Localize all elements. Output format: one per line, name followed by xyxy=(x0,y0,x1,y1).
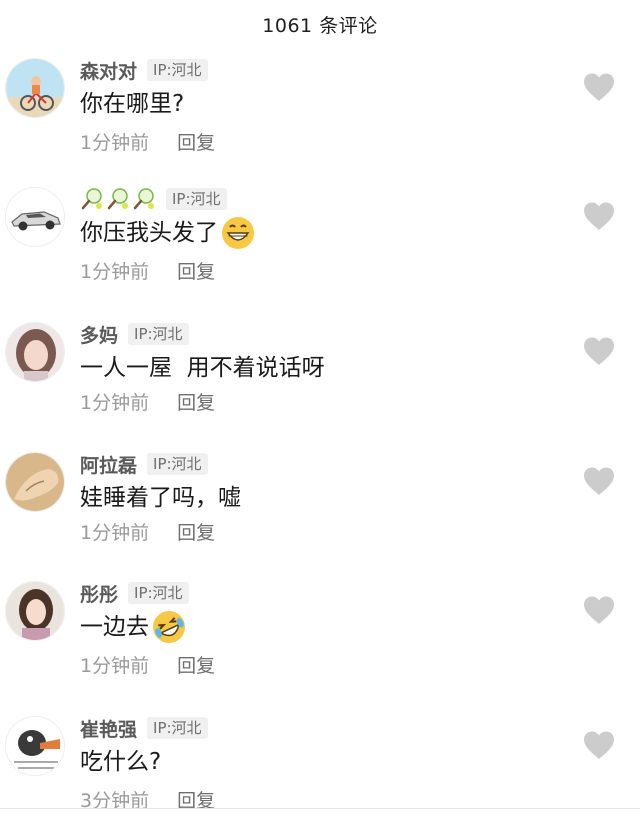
reply-button[interactable]: 回复 xyxy=(177,128,215,155)
comment-time: 1分钟前 xyxy=(80,655,150,677)
username[interactable]: 多妈 xyxy=(80,321,118,348)
comment-text: 一人一屋 用不着说话呀 xyxy=(80,350,325,386)
cartoon-duck-avatar-icon[interactable] xyxy=(5,716,65,776)
like-heart-icon[interactable] xyxy=(582,595,616,625)
comment-item: 彤彤 IP:河北 一边去 1分钟前 回复 xyxy=(0,579,640,699)
comment-text-body: 一人一屋 用不着说话呀 xyxy=(80,355,325,381)
comment-text: 吃什么? xyxy=(80,744,161,780)
comment-time: 1分钟前 xyxy=(80,522,150,544)
comment-item: 多妈 IP:河北 一人一屋 用不着说话呀 1分钟前 回复 xyxy=(0,320,640,440)
reply-button[interactable]: 回复 xyxy=(177,388,215,415)
comment-meta: 1分钟前 回复 xyxy=(80,388,215,415)
ip-location-badge: IP:河北 xyxy=(147,453,208,475)
comment-user-line: 多妈 IP:河北 xyxy=(80,320,189,348)
ip-location-badge: IP:河北 xyxy=(128,582,189,604)
reply-button[interactable]: 回复 xyxy=(177,651,215,678)
comment-meta: 1分钟前 回复 xyxy=(80,651,215,678)
hand-avatar-icon[interactable] xyxy=(5,452,65,512)
girl-portrait-avatar-icon[interactable] xyxy=(5,581,65,641)
like-heart-icon[interactable] xyxy=(582,201,616,231)
comment-user-line: IP:河北 xyxy=(80,185,227,213)
comment-item: 森对对 IP:河北 你在哪里? 1分钟前 回复 xyxy=(0,56,640,176)
comment-item: 阿拉磊 IP:河北 娃睡着了吗，嘘 1分钟前 回复 xyxy=(0,450,640,570)
woman-portrait-avatar-icon[interactable] xyxy=(5,322,65,382)
comment-text: 你压我头发了 xyxy=(80,215,256,251)
cyclist-avatar-icon[interactable] xyxy=(5,58,65,118)
ip-location-badge: IP:河北 xyxy=(128,323,189,345)
comment-item: IP:河北 你压我头发了 1分钟前 回复 xyxy=(0,185,640,305)
tennis-racket-icon xyxy=(107,188,128,210)
comment-text-body: 一边去 xyxy=(80,614,149,640)
like-heart-icon[interactable] xyxy=(582,72,616,102)
comment-text: 一边去 xyxy=(80,609,187,645)
comment-user-line: 崔艳强 IP:河北 xyxy=(80,714,208,742)
like-heart-icon[interactable] xyxy=(582,336,616,366)
bottom-divider xyxy=(0,808,640,809)
username[interactable]: 阿拉磊 xyxy=(80,451,137,478)
username[interactable]: 彤彤 xyxy=(80,580,118,607)
username-emoji-group[interactable] xyxy=(80,187,156,211)
comment-user-line: 彤彤 IP:河北 xyxy=(80,579,189,607)
like-heart-icon[interactable] xyxy=(582,730,616,760)
comment-text-body: 吃什么? xyxy=(80,749,162,775)
comment-time: 1分钟前 xyxy=(80,261,150,283)
comment-item: 崔艳强 IP:河北 吃什么? 3分钟前 回复 xyxy=(0,714,640,834)
comment-user-line: 森对对 IP:河北 xyxy=(80,56,208,84)
comment-meta: 1分钟前 回复 xyxy=(80,128,215,155)
comment-meta: 1分钟前 回复 xyxy=(80,518,215,545)
tennis-racket-icon xyxy=(133,188,154,210)
comment-text-body: 你压我头发了 xyxy=(80,220,218,246)
ip-location-badge: IP:河北 xyxy=(147,59,208,81)
comment-text-body: 你在哪里? xyxy=(80,91,185,117)
ip-location-badge: IP:河北 xyxy=(166,188,227,210)
reply-button[interactable]: 回复 xyxy=(177,518,215,545)
comment-text: 你在哪里? xyxy=(80,86,184,122)
comments-header: 1061 条评论 xyxy=(0,0,640,48)
reply-button[interactable]: 回复 xyxy=(177,257,215,284)
username[interactable]: 森对对 xyxy=(80,57,137,84)
comment-user-line: 阿拉磊 IP:河北 xyxy=(80,450,208,478)
grinning-face-emoji xyxy=(222,217,254,249)
comment-time: 1分钟前 xyxy=(80,132,150,154)
comment-text: 娃睡着了吗，嘘 xyxy=(80,480,241,516)
username[interactable]: 崔艳强 xyxy=(80,715,137,742)
comment-text-body: 娃睡着了吗，嘘 xyxy=(80,485,241,511)
comment-time: 1分钟前 xyxy=(80,392,150,414)
sports-car-avatar-icon[interactable] xyxy=(5,187,65,247)
comment-count-title: 1061 条评论 xyxy=(262,14,378,37)
tennis-racket-icon xyxy=(81,188,102,210)
comment-meta: 1分钟前 回复 xyxy=(80,257,215,284)
like-heart-icon[interactable] xyxy=(582,466,616,496)
ip-location-badge: IP:河北 xyxy=(147,717,208,739)
rolling-laughing-emoji xyxy=(153,611,185,643)
